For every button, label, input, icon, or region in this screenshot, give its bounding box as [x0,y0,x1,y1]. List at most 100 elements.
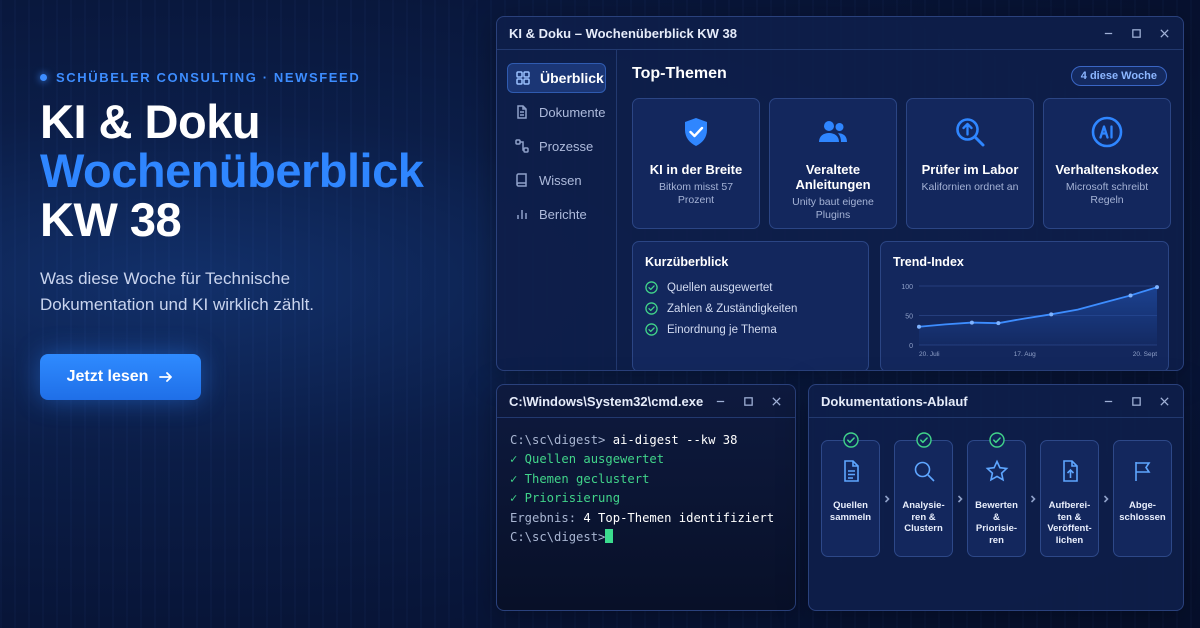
topic-cards: KI in der Breite Bitkom misst 57 Prozent… [632,98,1171,229]
step-label: Aufberei-ten & Veröffent-lichen [1047,500,1092,546]
step-arrow [1099,440,1113,557]
sidebar-item-reports[interactable]: Berichte [507,199,606,229]
workflow-titlebar: Dokumentations-Ablauf [809,385,1183,418]
headline-line-1: KI & Doku [40,95,261,148]
data-point [969,320,974,325]
summary-title: Kurzüberblick [645,255,729,269]
workflow-step[interactable]: Bewerten & Priorisie-ren [967,432,1026,557]
terminal-titlebar: C:\Windows\System32\cmd.exe [497,385,795,418]
card-title: Verhaltenskodex [1055,162,1159,177]
sidebar-item-documents[interactable]: Dokumente [507,97,606,127]
dot-icon [40,74,47,81]
check-circle-icon [645,323,658,336]
close-icon[interactable] [1157,26,1171,40]
x-tick-label: 17. Aug [1014,351,1036,358]
topic-card[interactable]: Veraltete Anleitungen Unity baut eigene … [769,98,897,229]
sidebar-item-label: Berichte [539,206,587,222]
workflow-step[interactable]: Aufberei-ten & Veröffent-lichen [1040,440,1099,557]
process-icon [515,139,529,153]
check-circle-icon [842,432,859,448]
document-icon [517,105,527,119]
topic-card[interactable]: Verhaltenskodex Microsoft schreibt Regel… [1043,98,1171,229]
read-now-button[interactable]: Jetzt lesen [40,354,201,400]
summary-checklist: Quellen ausgewertet Zahlen & Zuständigke… [645,277,797,340]
list-item: Einordnung je Thema [645,319,797,340]
minimize-icon[interactable] [1101,26,1115,40]
step-label: Bewerten & Priorisie-ren [975,500,1018,546]
window-title: KI & Doku – Wochenüberblick KW 38 [509,25,738,41]
sidebar-item-overview[interactable]: Überblick [507,63,606,93]
terminal-title: C:\Windows\System32\cmd.exe [509,393,704,409]
command: ai-digest --kw 38 [605,433,738,447]
minimize-icon[interactable] [713,394,727,408]
x-tick-label: 20. Juli [919,351,940,358]
arrow-right-icon [159,372,173,382]
terminal-output[interactable]: C:\sc\digest> ai-digest --kw 38 ✓ Quellen… [510,431,774,547]
maximize-icon[interactable] [1129,26,1143,40]
chevron-right-icon [884,494,890,503]
y-tick-label: 100 [901,284,913,291]
sidebar-item-label: Prozesse [539,138,594,154]
maximize-icon[interactable] [1129,394,1143,408]
overview-titlebar: KI & Doku – Wochenüberblick KW 38 [497,17,1183,50]
window-controls [713,394,783,408]
data-point [917,324,921,329]
workflow-step[interactable]: Abge-schlossen [1113,440,1172,557]
summary-panel: Kurzüberblick Quellen ausgewertet Zahlen… [632,241,869,370]
sidebar: Überblick Dokumente Prozesse Wissen Beri… [497,50,617,370]
card-subtitle: Bitkom misst 57 Prozent [658,181,734,206]
topic-card[interactable]: Prüfer im Labor Kalifornien ordnet an [906,98,1034,229]
headline-line-2: Wochenüberblick [40,144,424,197]
workflow-step[interactable]: Quellen sammeln [821,432,880,557]
y-tick-label: 0 [909,343,913,350]
topic-card[interactable]: KI in der Breite Bitkom misst 57 Prozent [632,98,760,229]
cursor [605,529,614,544]
prompt: C:\sc\digest> [510,433,606,447]
workflow-step[interactable]: Analysie-ren & Clustern [894,432,953,557]
sidebar-item-knowledge[interactable]: Wissen [507,165,606,195]
sidebar-item-label: Überblick [540,70,604,86]
ai-circle-icon [1091,116,1123,148]
data-point [1128,293,1133,298]
terminal-line: ✓ Themen geclustert [510,471,650,486]
workflow-title: Dokumentations-Ablauf [821,393,968,409]
close-icon[interactable] [1157,394,1171,408]
minimize-icon[interactable] [1101,394,1115,408]
star-icon [985,459,1009,488]
step-label: Quellen sammeln [829,500,872,523]
eyebrow-text: SCHÜBELER CONSULTING · NEWSFEED [56,70,361,85]
y-tick-label: 50 [905,314,913,321]
flag-icon [1131,459,1155,488]
terminal-line: Ergebnis: 4 Top-Themen identifiziert [510,509,774,528]
card-subtitle: Kalifornien ordnet an [921,181,1019,193]
hero: SCHÜBELER CONSULTING · NEWSFEED KI & Dok… [40,70,470,400]
search-icon [912,459,936,488]
document-icon [839,459,863,488]
workflow-steps: Quellen sammeln Analysie-ren & Clustern Bewe… [821,432,1172,557]
step-arrow [880,440,894,557]
card-subtitle: Unity baut eigene Plugins [792,196,874,221]
check-circle-icon [645,281,658,294]
headline: KI & Doku Wochenüberblick KW 38 [40,97,470,244]
close-icon[interactable] [769,394,783,408]
trend-chart: 0 50 100 20. Juli 17. Aug 20. Sept [901,284,1159,358]
sidebar-item-label: Dokumente [539,104,606,120]
list-item-label: Einordnung je Thema [667,323,777,336]
headline-line-3: KW 38 [40,193,182,246]
chevron-right-icon [957,494,963,503]
maximize-icon[interactable] [741,394,755,408]
sidebar-item-processes[interactable]: Prozesse [507,131,606,161]
terminal-line: ✓ Quellen ausgewertet [510,452,665,467]
result-label: Ergebnis: [510,510,577,525]
card-title: Prüfer im Labor [921,162,1019,177]
prompt: C:\sc\digest> [510,530,606,545]
status-badge: 4 diese Woche [1070,66,1167,86]
step-label: Abge-schlossen [1119,500,1166,523]
sidebar-item-label: Wissen [539,172,582,188]
window-controls [1101,394,1171,408]
card-title: Veraltete Anleitungen [795,162,871,192]
overview-window: KI & Doku – Wochenüberblick KW 38 Überbl… [496,16,1184,371]
eyebrow: SCHÜBELER CONSULTING · NEWSFEED [40,70,470,85]
bar-chart-icon [517,210,527,219]
step-label: Analysie-ren & Clustern [902,500,945,534]
